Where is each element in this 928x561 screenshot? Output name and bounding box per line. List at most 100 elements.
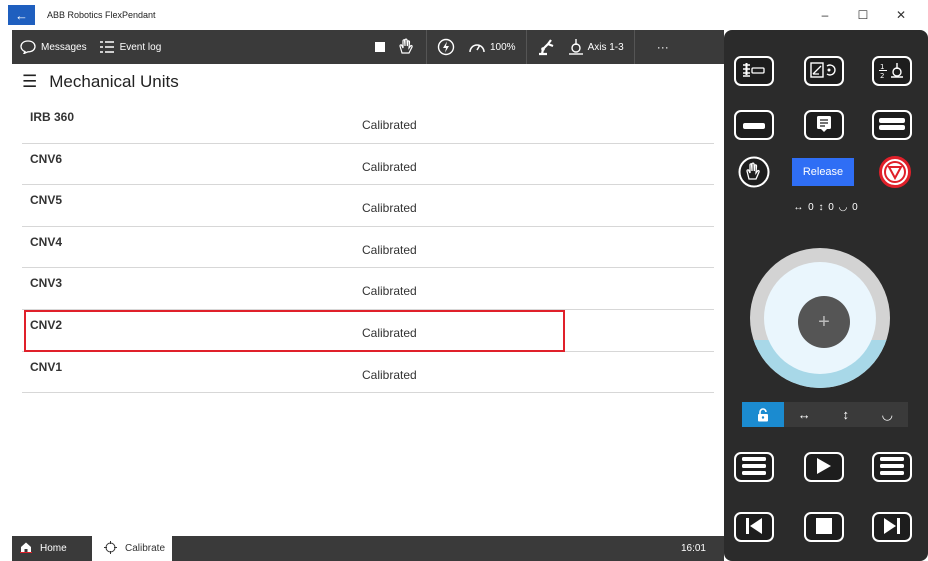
unit-name: CNV2 [30, 317, 63, 332]
joystick-center[interactable]: + [798, 296, 850, 348]
top-toolbar: Messages Event log 100% Axis 1-3 ··· [12, 30, 724, 64]
joystick-dial[interactable]: + [750, 248, 890, 388]
vertical-jog-icon[interactable]: ↕ [825, 402, 867, 427]
close-button[interactable]: ✕ [882, 8, 920, 22]
speed-value[interactable]: 100% [490, 42, 516, 53]
axis-jog-icon [567, 38, 585, 56]
unit-name: CNV1 [30, 359, 63, 374]
more-options-button[interactable]: ··· [657, 40, 669, 54]
back-button[interactable]: ← [8, 5, 35, 25]
unit-status: Calibrated [362, 159, 417, 174]
coordinate-button[interactable] [804, 56, 844, 86]
tool-button[interactable] [734, 56, 774, 86]
unit-row[interactable]: CNV4 Calibrated [22, 227, 714, 269]
unit-status: Calibrated [362, 201, 417, 216]
increment-button[interactable]: 12 [872, 56, 912, 86]
minus-button[interactable] [734, 110, 774, 140]
step-forward-icon [883, 517, 901, 538]
horizontal-jog-icon[interactable]: ↔ [784, 402, 826, 427]
stop-square-icon[interactable] [374, 41, 386, 53]
app-main: Messages Event log 100% Axis 1-3 ··· ☰ M… [12, 30, 724, 561]
coordinate-frame-icon [810, 61, 838, 81]
unit-status: Calibrated [362, 284, 417, 299]
unit-row[interactable]: CNV5 Calibrated [22, 185, 714, 227]
event-log-label: Event log [119, 41, 162, 53]
unit-row[interactable]: CNV1 Calibrated [22, 352, 714, 394]
hamburger-menu-icon[interactable]: ☰ [22, 72, 37, 92]
toolbar-divider [633, 30, 635, 64]
tool-icon [741, 62, 767, 81]
unit-row[interactable]: CNV3 Calibrated [22, 268, 714, 310]
home-icon [20, 541, 32, 556]
unit-name: IRB 360 [30, 110, 75, 124]
lock-icon[interactable] [742, 402, 784, 427]
crosshair-icon [104, 540, 117, 557]
unit-name: CNV4 [30, 234, 63, 249]
window-titlebar: ← ABB Robotics FlexPendant – ☐ ✕ [0, 0, 928, 30]
message-icon [20, 40, 36, 54]
unit-status: Calibrated [362, 242, 417, 257]
toolbar-divider [426, 30, 427, 64]
app-title: ABB Robotics FlexPendant [47, 10, 156, 20]
note-icon [816, 115, 832, 136]
arrow-left-icon: ← [15, 7, 28, 23]
messages-button[interactable]: Messages [20, 30, 87, 64]
bottom-taskbar: Home Calibrate 16:01 [12, 536, 724, 561]
minimize-button[interactable]: – [806, 8, 844, 22]
step-forward-button[interactable] [872, 512, 912, 542]
unit-status: Calibrated [362, 325, 417, 340]
page-title: Mechanical Units [49, 72, 179, 91]
unit-status: Calibrated [362, 367, 417, 382]
emergency-stop-icon[interactable] [879, 156, 911, 193]
speed-gauge-icon [467, 39, 487, 55]
unit-status: Calibrated [362, 118, 417, 132]
window-controls: – ☐ ✕ [806, 0, 920, 30]
svg-text:2: 2 [880, 72, 884, 79]
clock: 16:01 [680, 543, 706, 554]
axis-mode-label[interactable]: Axis 1-3 [588, 42, 624, 53]
play-icon [816, 457, 832, 478]
robot-arm-icon[interactable] [537, 38, 557, 56]
rotation-jog-icon[interactable]: ◡ [867, 402, 909, 427]
event-log-button[interactable]: Event log [99, 30, 162, 64]
stop-icon [816, 517, 832, 537]
list-lines-icon [742, 456, 766, 478]
unit-name: CNV6 [30, 151, 63, 166]
unit-row[interactable]: CNV6 Calibrated [22, 144, 714, 186]
unit-row[interactable]: IRB 360 Calibrated [22, 102, 714, 144]
status-group: 100% Axis 1-3 ··· [372, 30, 669, 64]
jog-mode-bar: ↔ ↕ ◡ [742, 402, 908, 427]
unit-name: CNV3 [30, 276, 63, 291]
plus-icon: + [818, 310, 830, 333]
mechanical-units-list: IRB 360 Calibrated CNV6 Calibrated CNV5 … [22, 102, 714, 394]
jog-readout: ↔ 0 ↕ 0 ◡ 0 [793, 202, 859, 213]
release-button[interactable]: Release [792, 158, 854, 186]
stop-button[interactable] [804, 512, 844, 542]
enable-hand-icon[interactable] [738, 156, 770, 193]
home-button[interactable]: Home [20, 541, 92, 556]
play-button[interactable] [804, 452, 844, 482]
hand-motor-icon[interactable] [396, 37, 416, 57]
maximize-button[interactable]: ☐ [844, 8, 882, 22]
program-button[interactable] [872, 452, 912, 482]
step-backward-icon [745, 517, 763, 538]
increment-icon: 12 [878, 61, 906, 82]
unit-row[interactable]: CNV2 Calibrated [22, 310, 714, 352]
dash-icon [743, 118, 765, 132]
step-backward-button[interactable] [734, 512, 774, 542]
equals-button[interactable] [872, 110, 912, 140]
lightning-icon[interactable] [437, 38, 455, 56]
list-button[interactable] [734, 452, 774, 482]
calibrate-tab[interactable]: Calibrate [92, 536, 172, 561]
note-button[interactable] [804, 110, 844, 140]
jog-control-panel: 12 Release ↔ 0 ↕ 0 ◡ 0 + ↔ ↕ ◡ [724, 30, 928, 561]
svg-text:1: 1 [880, 63, 884, 71]
calibrate-label: Calibrate [125, 543, 166, 554]
home-label: Home [40, 543, 67, 554]
toolbar-divider [525, 30, 527, 64]
program-lines-icon [880, 456, 904, 478]
list-icon [99, 40, 115, 54]
page-header: ☰ Mechanical Units [12, 64, 724, 100]
unit-name: CNV5 [30, 193, 63, 208]
double-bar-icon [879, 117, 905, 133]
